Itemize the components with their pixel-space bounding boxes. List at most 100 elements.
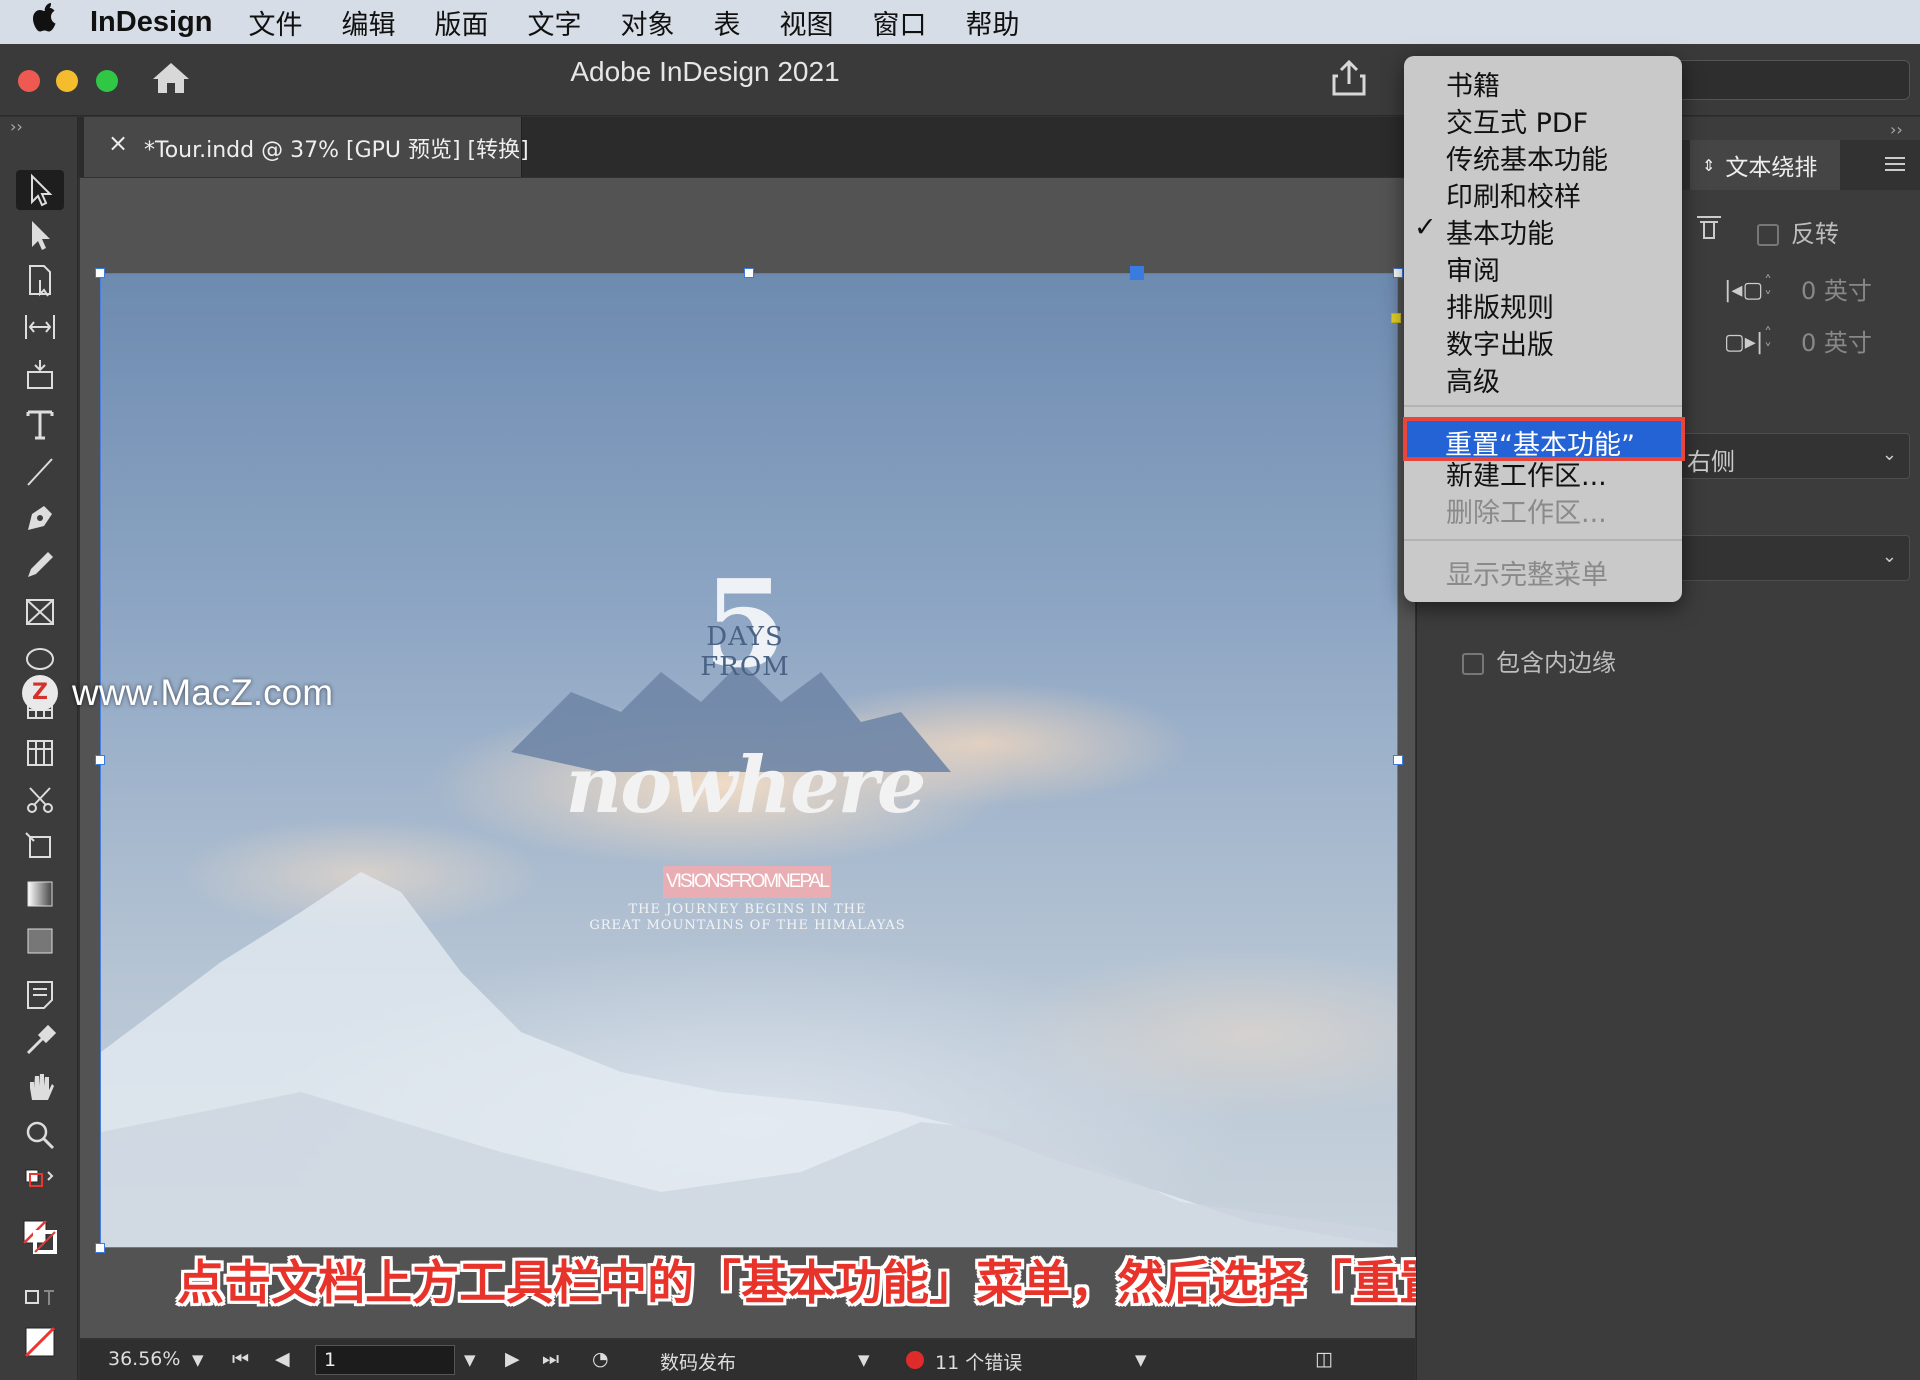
page-tool-icon[interactable] [16, 260, 64, 300]
gradient-feather-tool-icon[interactable] [16, 921, 64, 961]
search-input[interactable] [1660, 60, 1910, 100]
zoom-dropdown-icon[interactable]: ▼ [192, 1351, 204, 1369]
first-page-icon[interactable]: ⏮ [232, 1348, 249, 1370]
frame-text-wrap-handle[interactable] [1391, 313, 1401, 323]
frame-handle-top-left[interactable] [95, 268, 105, 278]
previous-page-icon[interactable]: ◀ [275, 1348, 290, 1370]
poster-title: nowhere [565, 740, 927, 831]
include-inside-edges-label: 包含内边缘 [1496, 649, 1616, 677]
preflight-profile-label[interactable]: 数码发布 [660, 1348, 736, 1375]
checkmark-icon: ✓ [1414, 212, 1437, 243]
hand-tool-icon[interactable] [16, 1068, 64, 1108]
workspace-book[interactable]: 书籍 [1446, 64, 1500, 103]
right-offset-icon: ▢▸| [1724, 330, 1764, 355]
grid-table-tool-icon[interactable] [16, 733, 64, 773]
gradient-swatch-tool-icon[interactable] [16, 874, 64, 914]
workspace-printing-proofing[interactable]: 印刷和校样 [1446, 175, 1581, 214]
tools-panel: ›› [0, 117, 78, 1380]
panel-menu-icon[interactable] [1885, 155, 1905, 173]
include-inside-edges-option[interactable]: 包含内边缘 [1462, 643, 1616, 678]
apple-icon[interactable] [30, 1, 90, 43]
share-icon[interactable] [1330, 58, 1368, 98]
rectangle-frame-tool-icon[interactable] [16, 592, 64, 632]
last-page-icon[interactable]: ⏭ [542, 1348, 559, 1370]
frame-handle-top-mid-blue[interactable] [1130, 266, 1144, 280]
free-transform-tool-icon[interactable] [16, 827, 64, 867]
frame-handle-middle-left[interactable] [95, 755, 105, 765]
panel-tab-toggle-icon[interactable]: ⇕ [1702, 156, 1715, 175]
zoom-tool-icon[interactable] [16, 1115, 64, 1155]
note-tool-icon[interactable] [16, 974, 64, 1014]
include-inside-edges-checkbox[interactable] [1462, 653, 1484, 675]
invert-option[interactable]: 反转 [1757, 214, 1839, 249]
menu-help[interactable]: 帮助 [965, 3, 1019, 42]
pencil-tool-icon[interactable] [16, 545, 64, 585]
menu-file[interactable]: 文件 [248, 3, 302, 42]
page-dropdown-icon[interactable]: ▼ [464, 1351, 476, 1369]
status-bar: 36.56% ▼ ⏮ ◀ 1 ▼ ▶ ⏭ ◔ 数码发布 ▼ 11 个错误 ▼ ◫ [80, 1340, 1415, 1380]
invert-checkbox[interactable] [1757, 224, 1779, 246]
preflight-profile-icon[interactable]: ◔ [592, 1348, 609, 1370]
zoom-level[interactable]: 36.56% [108, 1348, 180, 1370]
next-page-icon[interactable]: ▶ [505, 1348, 520, 1370]
eyedropper-tool-icon[interactable] [16, 1021, 64, 1061]
workspace-digital-publishing[interactable]: 数字出版 [1446, 323, 1554, 362]
menu-window[interactable]: 窗口 [872, 3, 926, 42]
menu-view[interactable]: 视图 [779, 3, 833, 42]
menu-layout[interactable]: 版面 [434, 3, 488, 42]
document-tab[interactable]: × *Tour.indd @ 37% [GPU 预览] [转换] [84, 117, 529, 177]
workspace-advanced[interactable]: 高级 [1446, 360, 1500, 399]
close-tab-icon[interactable]: × [108, 129, 128, 157]
menu-type[interactable]: 文字 [527, 3, 581, 42]
menu-edit[interactable]: 编辑 [341, 3, 395, 42]
default-fill-stroke-icon[interactable] [16, 1162, 64, 1202]
errors-dropdown-icon[interactable]: ▼ [1135, 1351, 1147, 1369]
reset-essentials-item[interactable]: 重置“基本功能” [1403, 417, 1685, 461]
watermark-text: www.MacZ.com [72, 672, 334, 713]
contour-type-dropdown[interactable]: ⌄ [1676, 535, 1910, 581]
workspace-essentials-classic[interactable]: 传统基本功能 [1446, 138, 1608, 177]
split-window-icon[interactable]: ◫ [1315, 1348, 1333, 1370]
selection-tool-icon[interactable] [16, 170, 64, 210]
left-offset-stepper[interactable]: ˄ ˅ [1764, 274, 1772, 306]
workspace-essentials[interactable]: 基本功能 [1446, 212, 1554, 251]
right-offset-stepper[interactable]: ˄ ˅ [1764, 326, 1772, 358]
gap-tool-icon[interactable] [16, 307, 64, 347]
window-title: Adobe InDesign 2021 [570, 56, 840, 87]
show-full-menus-item: 显示完整菜单 [1446, 560, 1608, 591]
menu-table[interactable]: 表 [713, 3, 740, 42]
preflight-error-count[interactable]: 11 个错误 [935, 1348, 1022, 1375]
text-wrap-panel-tab[interactable]: ⇕ 文本绕排 [1690, 140, 1840, 190]
frame-handle-top-right[interactable] [1393, 268, 1403, 278]
delete-workspace-item: 删除工作区... [1446, 498, 1607, 529]
offset-top-field[interactable]: 0 英寸 [1795, 272, 1920, 310]
workspace-review[interactable]: 审阅 [1446, 249, 1500, 288]
page-number-field[interactable]: 1 [315, 1345, 455, 1375]
menu-object[interactable]: 对象 [620, 3, 674, 42]
poster-tagline-1: THE JOURNEY BEGINS IN THE [628, 902, 867, 917]
wrap-to-dropdown[interactable]: 右侧 ⌄ [1676, 433, 1910, 479]
pen-tool-icon[interactable] [16, 498, 64, 538]
workspace-typography[interactable]: 排版规则 [1446, 286, 1554, 325]
menubar-app-name[interactable]: InDesign [90, 6, 212, 39]
wrap-to-value: 右侧 [1687, 448, 1735, 476]
offset-bottom-field[interactable]: 0 英寸 [1795, 324, 1920, 362]
wrap-contour-icon[interactable] [1694, 212, 1724, 246]
workspace-interactive-pdf[interactable]: 交互式 PDF [1446, 101, 1588, 140]
type-tool-icon[interactable] [16, 404, 64, 444]
collapse-panels-icon[interactable]: ›› [1890, 120, 1903, 139]
apply-none-icon[interactable] [16, 1322, 64, 1362]
frame-handle-top-center[interactable] [744, 268, 754, 278]
collapse-toolbar-icon[interactable]: ›› [10, 117, 23, 136]
menu-separator [1404, 539, 1682, 541]
workspace-menu: 书籍 交互式 PDF 传统基本功能 印刷和校样 ✓ 基本功能 审阅 排版规则 数… [1404, 56, 1682, 602]
line-tool-icon[interactable] [16, 451, 64, 491]
content-collector-tool-icon[interactable] [16, 354, 64, 394]
frame-handle-middle-right[interactable] [1393, 755, 1403, 765]
text-wrap-panel-title: 文本绕排 [1725, 155, 1818, 181]
profile-dropdown-icon[interactable]: ▼ [858, 1351, 870, 1369]
watermark-logo: Z [22, 675, 58, 711]
direct-selection-tool-icon[interactable] [16, 215, 64, 255]
scissors-tool-icon[interactable] [16, 780, 64, 820]
poster-tagline-2: GREAT MOUNTAINS OF THE HIMALAYAS [589, 918, 906, 933]
